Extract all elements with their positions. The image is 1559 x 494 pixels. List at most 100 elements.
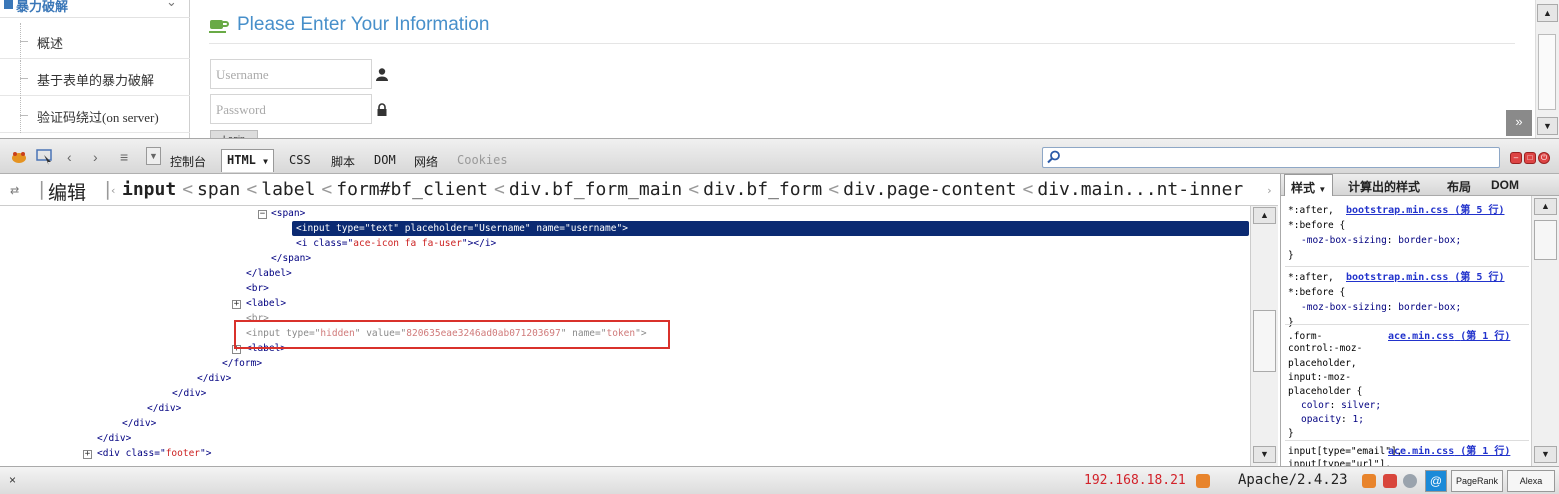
coffee-icon (209, 20, 229, 33)
close-icon[interactable]: ⏻ (1538, 152, 1550, 164)
breadcrumb-item[interactable]: div.bf_form_main (509, 179, 682, 200)
firebug-status-icon[interactable] (1196, 474, 1210, 488)
login-button[interactable]: Login (210, 130, 258, 138)
tree-node[interactable]: <div class="footer"> (97, 446, 211, 461)
tab-net[interactable]: 网络 (414, 153, 438, 170)
tree-node[interactable]: </div> (147, 401, 181, 416)
addon-icon[interactable] (1383, 474, 1397, 488)
scrollbar-thumb[interactable] (1538, 34, 1556, 110)
tree-node[interactable]: </span> (271, 251, 311, 266)
tab-styles[interactable]: 样式 ▼ (1284, 174, 1334, 196)
html-tree: − <span> <input type="text" placeholder=… (0, 206, 1250, 466)
tree-node[interactable]: <span> (271, 206, 305, 221)
server-ip: 192.168.18.21 (1084, 473, 1186, 488)
tree-node[interactable]: </form> (222, 356, 262, 371)
expand-icon[interactable]: + (83, 450, 92, 459)
scrollbar-thumb[interactable] (1534, 220, 1557, 260)
tab-css[interactable]: CSS (289, 153, 311, 167)
scroll-down-icon[interactable]: ▼ (1534, 446, 1557, 463)
breadcrumb-item[interactable]: label (261, 179, 315, 200)
css-source-link[interactable]: bootstrap.min.css (第 5 行) (1346, 203, 1505, 218)
breadcrumb-path: input < span < label < form#bf_client < div.bf_f… (122, 179, 1244, 200)
sidebar-item-form-bruteforce[interactable]: 基于表单的暴力破解 (0, 60, 190, 96)
back-icon[interactable]: ‹ (67, 149, 72, 165)
section-icon (4, 0, 13, 9)
tree-node[interactable]: </div> (122, 416, 156, 431)
tab-console[interactable]: 控制台 (170, 153, 206, 170)
forward-icon[interactable]: › (93, 149, 98, 165)
scroll-down-icon[interactable]: ▼ (1537, 117, 1558, 135)
tree-node[interactable]: <i class="ace-icon fa fa-user"></i> (296, 236, 496, 251)
close-icon[interactable]: × (9, 473, 16, 487)
tab-cookies[interactable]: Cookies (457, 153, 508, 167)
collapse-icon[interactable]: − (258, 210, 267, 219)
breadcrumb-item[interactable]: span (197, 179, 240, 200)
css-source-link[interactable]: bootstrap.min.css (第 5 行) (1346, 270, 1505, 285)
css-selector: placeholder, (1288, 358, 1357, 369)
divider (209, 43, 1515, 44)
back-to-top-button[interactable]: » (1506, 110, 1532, 136)
css-selector: placeholder { (1288, 386, 1363, 397)
tree-node-selected[interactable]: <input type="text" placeholder="Username… (292, 221, 1249, 236)
css-selector: *:after, (1288, 205, 1334, 216)
expand-icon[interactable]: + (232, 300, 241, 309)
css-source-link[interactable]: ace.min.css (第 1 行) (1388, 444, 1510, 459)
tab-layout[interactable]: 布局 (1447, 178, 1471, 195)
css-declaration[interactable]: color: silver; (1301, 398, 1381, 413)
password-input[interactable]: Password (210, 94, 372, 124)
firebug-icon[interactable] (9, 149, 29, 165)
tree-scrollbar[interactable]: ▲ ▼ (1250, 206, 1278, 466)
side-tabs: 样式 ▼ 计算出的样式 布局 DOM (1281, 174, 1559, 196)
edit-button[interactable]: 编辑 (48, 178, 86, 205)
chevron-down-icon[interactable]: ⌄ (166, 0, 177, 10)
addon-icon[interactable] (1403, 474, 1417, 488)
tab-computed[interactable]: 计算出的样式 (1348, 178, 1420, 195)
alexa-button[interactable]: Alexa (1507, 470, 1555, 492)
tree-node[interactable]: <label> (246, 296, 286, 311)
detach-icon[interactable]: □ (1524, 152, 1536, 164)
scroll-up-icon[interactable]: ▲ (1537, 4, 1558, 22)
firebug-search-input[interactable] (1042, 147, 1500, 168)
style-panel-scrollbar[interactable]: ▲ ▼ (1531, 196, 1559, 466)
pagerank-button[interactable]: PageRank (1451, 470, 1503, 492)
menu-icon[interactable]: ≡ (120, 149, 128, 165)
dropdown-icon[interactable]: ▼ (146, 147, 161, 165)
css-source-link[interactable]: ace.min.css (第 1 行) (1388, 329, 1510, 344)
tree-node[interactable]: </label> (246, 266, 292, 281)
tab-side-dom[interactable]: DOM (1491, 178, 1519, 192)
sidebar-section-title: 暴力破解 (16, 0, 69, 14)
scroll-up-icon[interactable]: ▲ (1534, 198, 1557, 215)
minimize-icon[interactable]: – (1510, 152, 1522, 164)
scrollbar-thumb[interactable] (1253, 310, 1276, 372)
tab-html[interactable]: HTML ▼ (221, 149, 274, 172)
tab-dom[interactable]: DOM (374, 153, 396, 167)
scroll-left-icon[interactable]: ‹ (110, 184, 117, 197)
css-declaration[interactable]: -moz-box-sizing: border-box; (1301, 300, 1461, 315)
breadcrumb-item[interactable]: div.main...nt-inner (1037, 179, 1243, 200)
tree-node[interactable]: </div> (97, 431, 131, 446)
breadcrumb-item[interactable]: form#bf_client (336, 179, 488, 200)
expand-icon[interactable]: ⇄ (10, 184, 19, 197)
inspect-icon[interactable] (36, 149, 54, 165)
breadcrumb-item[interactable]: input (122, 179, 176, 200)
sidebar-item-captcha-bypass[interactable]: 验证码绕过(on server) (0, 97, 190, 133)
css-selector: input[type="url"], (1288, 459, 1391, 466)
tree-node[interactable]: </div> (172, 386, 206, 401)
scroll-up-icon[interactable]: ▲ (1253, 207, 1276, 224)
tree-node[interactable]: </div> (197, 371, 231, 386)
breadcrumb-item[interactable]: div.bf_form (703, 179, 822, 200)
sidebar-section-header[interactable]: 暴力破解 ⌄ (0, 0, 190, 18)
addon-icon[interactable] (1362, 474, 1376, 488)
at-icon[interactable]: @ (1425, 470, 1447, 492)
tree-node[interactable]: <br> (246, 281, 269, 296)
page-scrollbar[interactable]: ▲ ▼ (1535, 0, 1559, 138)
username-input[interactable]: Username (210, 59, 372, 89)
css-declaration[interactable]: -moz-box-sizing: border-box; (1301, 233, 1461, 248)
search-icon (1047, 150, 1060, 164)
scroll-right-icon[interactable]: › (1266, 184, 1273, 197)
sidebar-item-overview[interactable]: 概述 (0, 23, 190, 59)
tab-script[interactable]: 脚本 (331, 153, 355, 170)
breadcrumb-item[interactable]: div.page-content (843, 179, 1016, 200)
css-declaration[interactable]: opacity: 1; (1301, 412, 1364, 427)
scroll-down-icon[interactable]: ▼ (1253, 446, 1276, 463)
